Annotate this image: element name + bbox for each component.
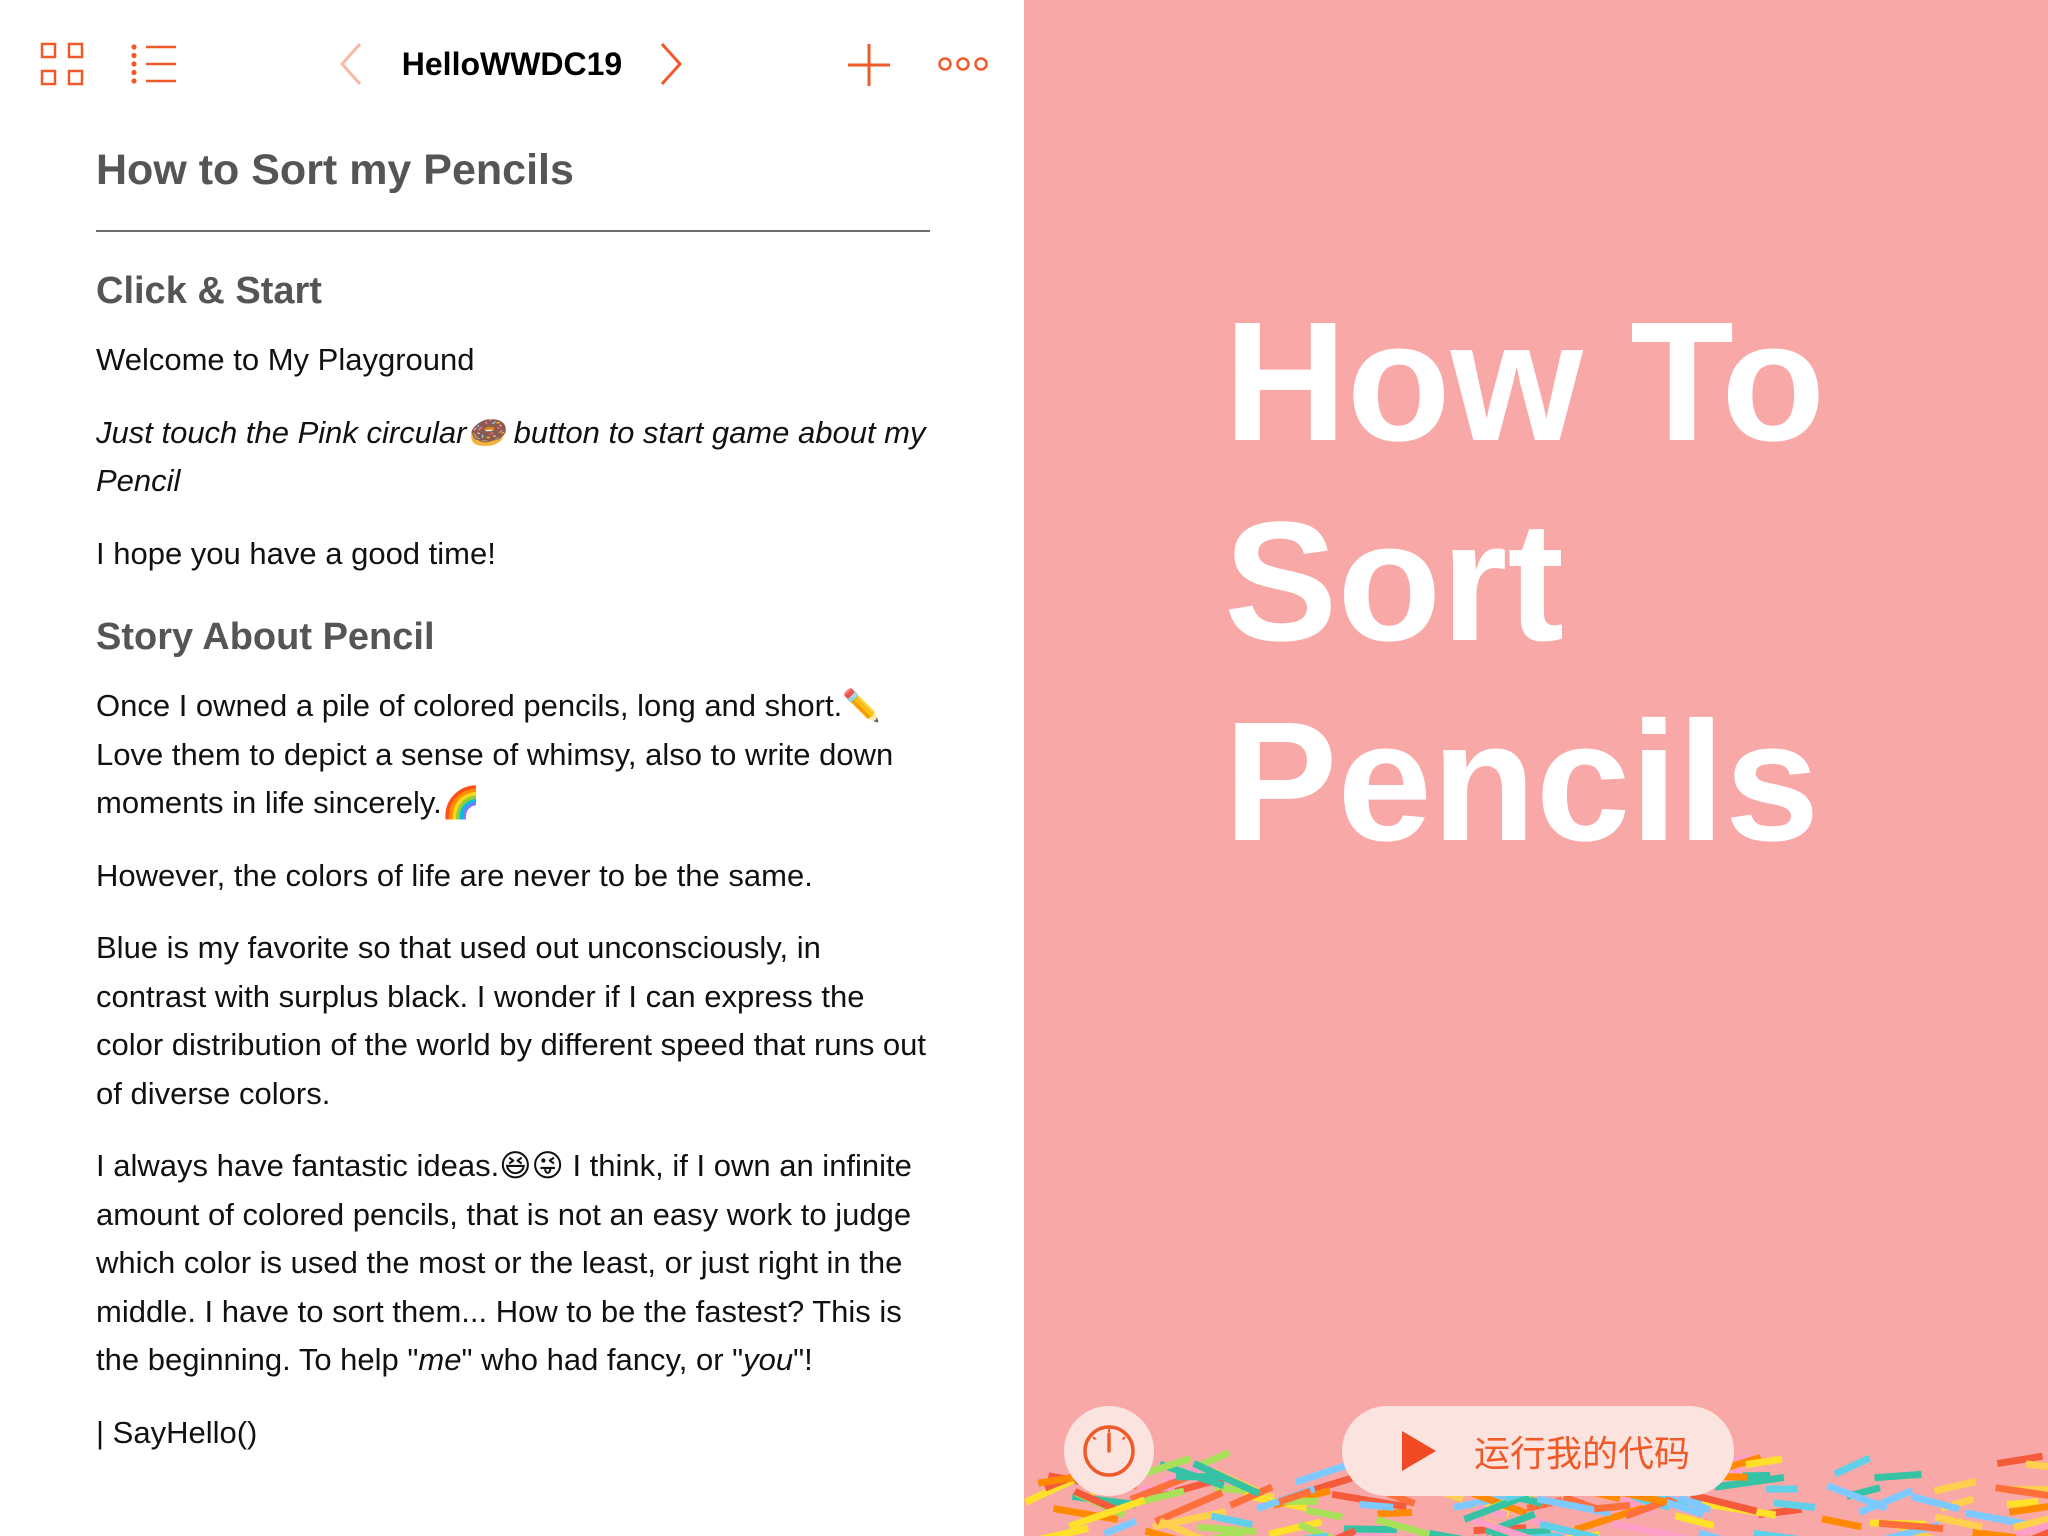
pencil (1753, 1529, 1802, 1536)
run-code-label: 运行我的代码 (1474, 1434, 1691, 1475)
pencil (1611, 1520, 1688, 1536)
speedometer-icon[interactable] (1064, 1406, 1154, 1496)
code-line[interactable]: | SayHello() (96, 1409, 930, 1457)
pencil (1305, 1506, 1343, 1521)
pencil (1933, 1478, 1977, 1495)
more-icon[interactable] (938, 54, 988, 74)
page-heading: How to Sort my Pencils (96, 140, 930, 232)
title-line: How To (1224, 287, 1826, 477)
paragraph: I always have fantastic ideas.😆😜 I think… (96, 1142, 930, 1385)
run-code-button[interactable]: 运行我的代码 (1342, 1406, 1734, 1496)
toolbar: HelloWWDC19 (0, 0, 1024, 128)
paragraph: I hope you have a good time! (96, 535, 496, 571)
pencil (1377, 1508, 1413, 1518)
pencil (1027, 1524, 1090, 1536)
pencil (1766, 1485, 1798, 1493)
pencil (2025, 1460, 2048, 1472)
title-line: Pencils (1224, 687, 1820, 877)
pencil (1874, 1470, 1922, 1482)
paragraph: However, the colors of life are never to… (96, 857, 813, 893)
live-view-pane[interactable]: How To Sort Pencils 运行我的代码 (1024, 0, 2048, 1536)
pencil (1698, 1529, 1740, 1536)
text-run: " who had fancy, or " (461, 1342, 744, 1377)
play-icon (1402, 1431, 1436, 1471)
paragraph: Welcome to My Playground (96, 342, 475, 377)
chevron-right-icon[interactable] (656, 40, 686, 88)
list-icon[interactable] (130, 42, 178, 86)
section-heading-story: Story About Pencil (96, 616, 435, 658)
paragraph: Just touch the Pink circular🍩 button to … (96, 414, 926, 499)
text-run-italic: me (418, 1342, 462, 1377)
document-title: HelloWWDC19 (401, 46, 623, 82)
paragraph: Once I owned a pile of colored pencils, … (96, 688, 894, 820)
plus-icon[interactable] (846, 42, 892, 88)
editor-pane: HelloWWDC19 How to Sort my Pencils Click… (0, 0, 1024, 1536)
section-heading-click-start: Click & Start (96, 270, 322, 312)
chevron-left-icon[interactable] (336, 40, 366, 88)
text-run-italic: you (743, 1342, 794, 1377)
title-line: Sort (1224, 487, 1564, 677)
grid-icon[interactable] (40, 42, 84, 86)
pencil (1833, 1454, 1872, 1478)
paragraph: Blue is my favorite so that used out unc… (96, 930, 927, 1111)
text-run: "! (793, 1342, 813, 1377)
document-content[interactable]: How to Sort my Pencils Click & Start Wel… (96, 140, 930, 1457)
pencil (1821, 1515, 1863, 1531)
live-view-title: How To Sort Pencils (1224, 282, 2004, 882)
pencil (1176, 1472, 1220, 1481)
